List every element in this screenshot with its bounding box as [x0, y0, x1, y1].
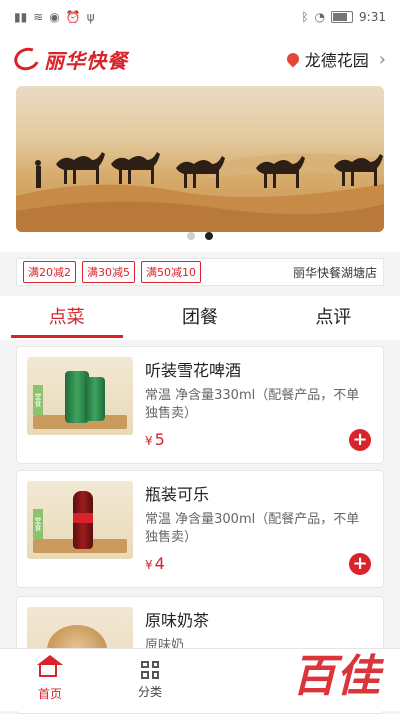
tab-bar: 点菜 团餐 点评	[0, 296, 400, 340]
nav-home[interactable]: 首页	[0, 654, 100, 702]
product-info: 听装雪花啤酒 常温 净含量330ml（配餐产品，不单独售卖）	[145, 357, 371, 423]
category-icon	[141, 660, 159, 679]
product-image-cola: 堂食	[27, 481, 133, 559]
product-name: 听装雪花啤酒	[145, 361, 242, 380]
banner-pagination	[0, 232, 400, 240]
grid-cell	[151, 660, 159, 668]
grid-cell	[141, 671, 149, 679]
location-name: 龙德花园	[304, 51, 369, 70]
brand-name: 丽华快餐	[44, 48, 128, 73]
status-right-icons: ᛒ ◔ 9:31	[301, 10, 386, 24]
location-pin-icon	[284, 50, 302, 68]
wifi-icon: ≋	[33, 10, 44, 24]
location-selector[interactable]: 龙德花园 ›	[284, 47, 386, 71]
grid-cell	[141, 660, 149, 668]
watermark: 百佳	[292, 651, 380, 702]
store-name[interactable]: 丽华快餐湖塘店	[293, 264, 377, 281]
discount-chip[interactable]: 满30减5	[82, 261, 135, 283]
discount-chip[interactable]: 满50减10	[141, 261, 201, 283]
home-icon	[37, 654, 63, 681]
price-value: 5	[154, 430, 165, 449]
signal-icon: ▮▮	[14, 10, 28, 24]
chevron-right-icon: ›	[378, 48, 386, 70]
status-left-icons: ▮▮ ≋ ◉ ⏰ ψ	[14, 10, 95, 24]
add-to-cart-button[interactable]: +	[349, 429, 371, 451]
discount-chips: 满20减2 满30减5 满50减10	[23, 261, 201, 283]
home-shape	[37, 654, 63, 677]
eye-icon: ◉	[49, 10, 60, 24]
brand-logo[interactable]: 丽华快餐	[11, 44, 128, 74]
product-name: 原味奶茶	[145, 611, 210, 630]
promo-bar: 满20减2 满30减5 满50减10 丽华快餐湖塘店	[16, 258, 384, 286]
nav-category[interactable]: 分类	[100, 660, 200, 700]
tab-group-meal[interactable]: 团餐	[140, 296, 260, 340]
currency-symbol: ¥	[145, 434, 153, 448]
brand-logo-mark-icon	[11, 44, 43, 74]
dine-in-label: 堂食	[33, 385, 43, 415]
product-name: 瓶装可乐	[145, 485, 210, 504]
bluetooth-icon: ᛒ	[301, 10, 309, 24]
product-card[interactable]: 堂食 瓶装可乐 常温 净含量300ml（配餐产品，不单独售卖） ¥4 +	[16, 470, 384, 588]
add-to-cart-button[interactable]: +	[349, 553, 371, 575]
price-value: 4	[154, 554, 165, 573]
tab-reviews[interactable]: 点评	[273, 296, 393, 340]
battery-icon	[331, 11, 354, 23]
speed-icon: ◔	[314, 10, 326, 24]
product-info: 瓶装可乐 常温 净含量300ml（配餐产品，不单独售卖）	[145, 481, 371, 547]
product-desc: 常温 净含量300ml（配餐产品，不单独售卖）	[145, 512, 360, 545]
product-card[interactable]: 堂食 听装雪花啤酒 常温 净含量330ml（配餐产品，不单独售卖） ¥5 +	[16, 346, 384, 464]
tab-order[interactable]: 点菜	[7, 296, 127, 340]
alarm-icon: ⏰	[65, 10, 81, 24]
product-desc: 常温 净含量330ml（配餐产品，不单独售卖）	[145, 388, 360, 421]
dine-in-label: 堂食	[33, 509, 43, 539]
nav-label: 首页	[37, 686, 62, 701]
cola-label	[73, 513, 93, 523]
nav-label: 分类	[137, 684, 162, 699]
grid-cell	[151, 671, 159, 679]
banner-dot[interactable]	[187, 232, 195, 240]
product-price: ¥4	[145, 554, 165, 573]
beer-can	[85, 377, 105, 421]
currency-symbol: ¥	[145, 558, 153, 572]
banner-image[interactable]	[16, 86, 384, 232]
product-image-beer: 堂食	[27, 357, 133, 435]
discount-chip[interactable]: 满20减2	[23, 261, 76, 283]
product-price: ¥5	[145, 430, 165, 449]
desert-camel-illustration	[16, 152, 384, 232]
banner-dot-active[interactable]	[205, 232, 213, 240]
status-bar: ▮▮ ≋ ◉ ⏰ ψ ᛒ ◔ 9:31	[0, 0, 400, 34]
app-header: 丽华快餐 龙德花园 ›	[0, 34, 400, 84]
usb-icon: ψ	[86, 10, 95, 24]
status-time: 9:31	[359, 10, 386, 24]
banner-section	[0, 84, 400, 252]
